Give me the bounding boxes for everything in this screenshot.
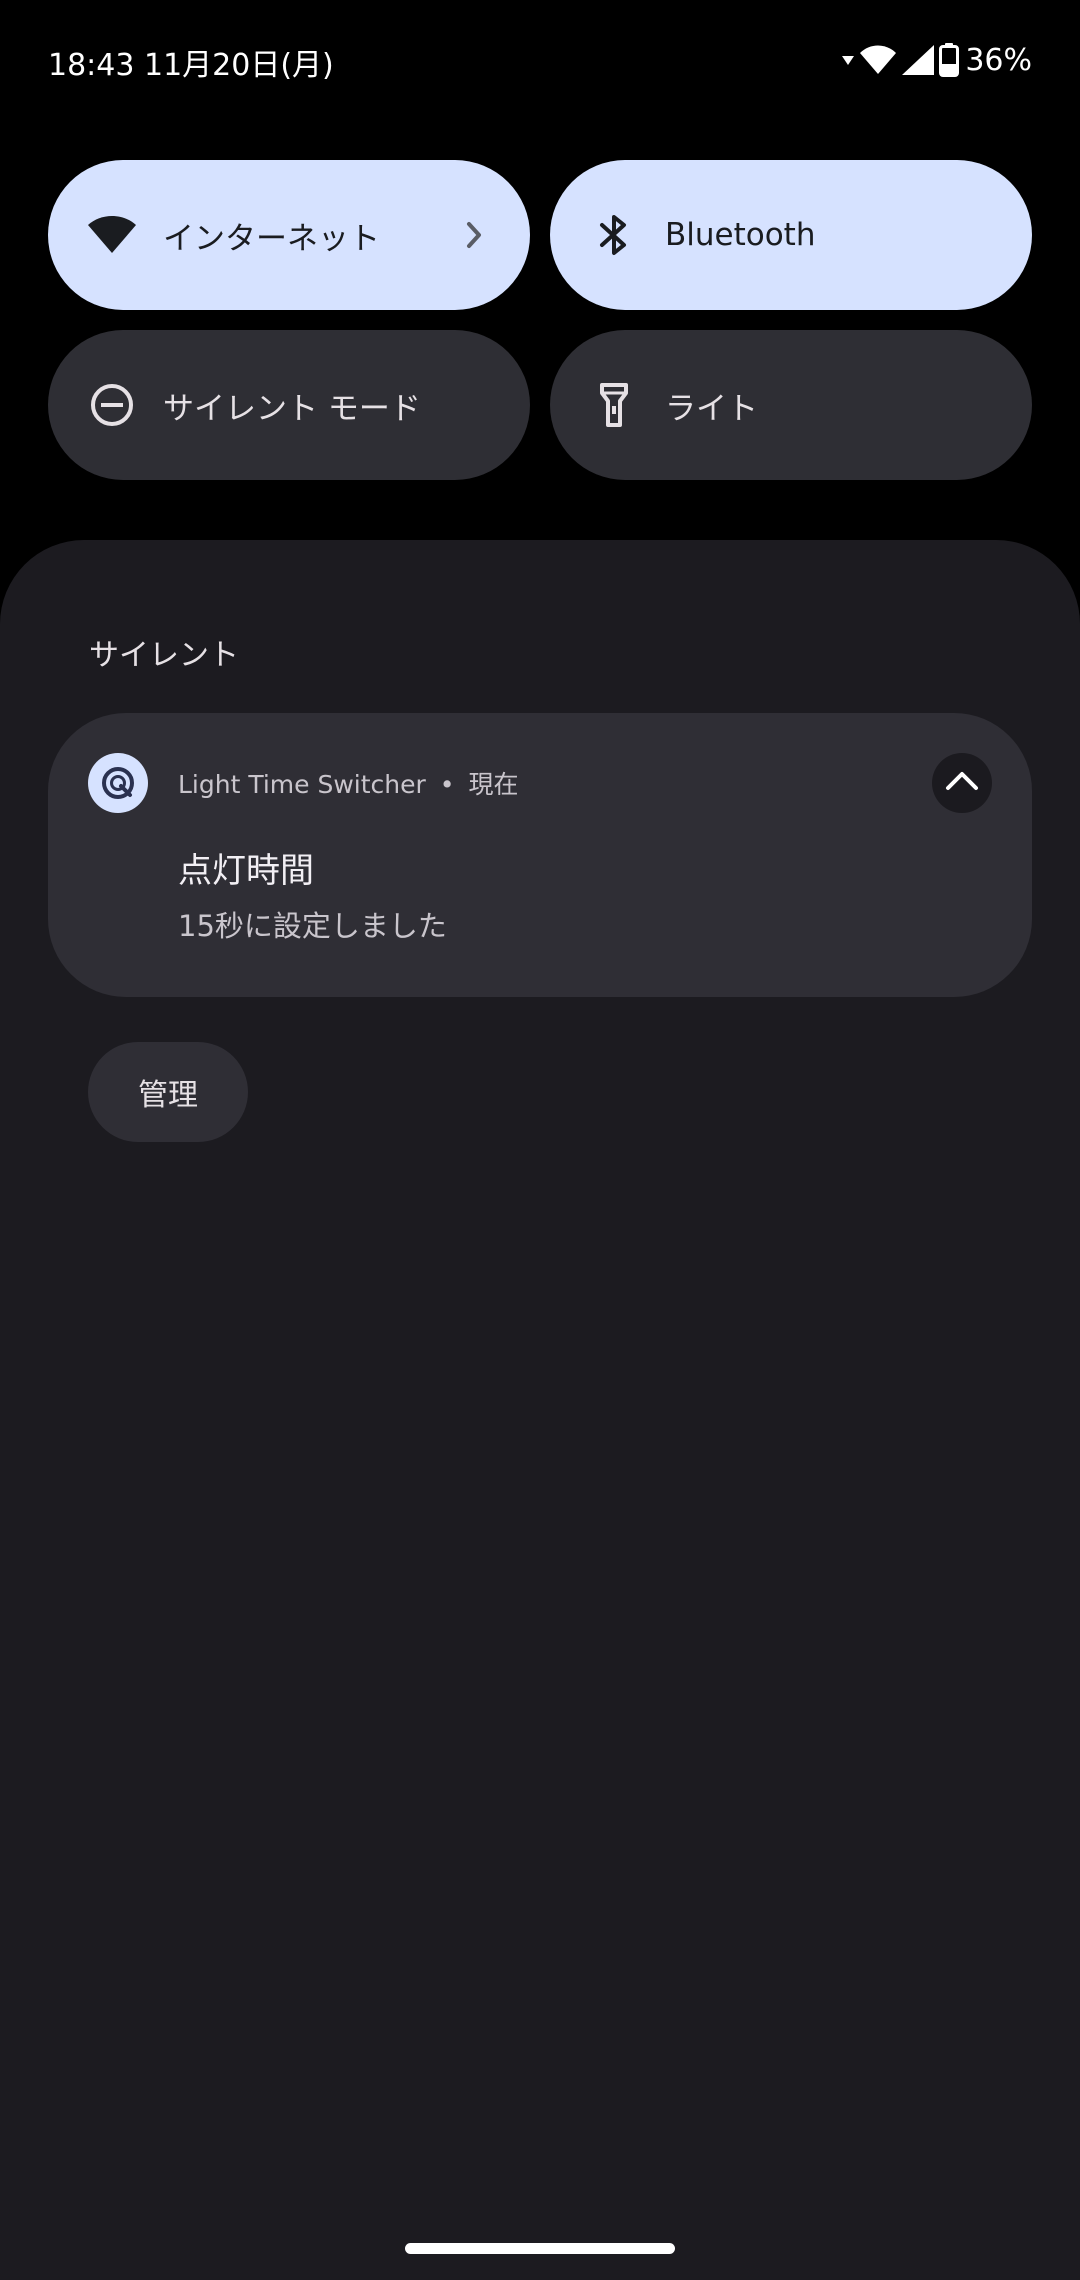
tile-internet[interactable]: インターネット <box>48 160 530 310</box>
notification-title: 点灯時間 <box>178 851 314 891</box>
manage-button[interactable]: 管理 <box>88 1042 248 1142</box>
gesture-navigation-bar[interactable] <box>405 2243 675 2254</box>
tile-flashlight[interactable]: ライト <box>550 330 1032 480</box>
tile-do-not-disturb-label: サイレント モード <box>163 390 421 427</box>
notification-card[interactable]: Light Time Switcher • 現在 点灯時間 15秒に設定しました <box>48 713 1032 997</box>
notification-header: Light Time Switcher • 現在 <box>178 765 518 801</box>
battery-icon <box>939 43 960 77</box>
tile-flashlight-label: ライト <box>665 390 758 427</box>
app-icon <box>88 753 148 813</box>
notification-separator: • <box>439 770 455 799</box>
status-icons: 36% <box>841 40 1032 80</box>
tile-bluetooth[interactable]: Bluetooth <box>550 160 1032 310</box>
chevron-right-icon <box>454 215 494 255</box>
notification-app-name: Light Time Switcher <box>178 770 426 799</box>
notification-time: 現在 <box>468 770 519 799</box>
tile-bluetooth-label: Bluetooth <box>665 217 816 253</box>
status-time-date: 18:43 11月20日(月) <box>48 48 334 83</box>
flashlight-icon <box>586 377 642 433</box>
cell-signal-icon <box>901 44 935 76</box>
wifi-icon <box>84 207 140 263</box>
notification-text: 15秒に設定しました <box>178 909 447 943</box>
status-bar: 18:43 11月20日(月) 36% <box>0 0 1080 120</box>
wifi-icon <box>859 44 897 76</box>
tile-internet-label: インターネット <box>163 220 380 257</box>
collapse-button[interactable] <box>932 753 992 813</box>
tile-do-not-disturb[interactable]: サイレント モード <box>48 330 530 480</box>
data-activity-icon <box>841 53 855 67</box>
section-header-silent: サイレント <box>89 638 239 673</box>
do-not-disturb-icon <box>84 377 140 433</box>
battery-percent: 36% <box>965 42 1032 78</box>
bluetooth-icon <box>586 207 642 263</box>
chevron-up-icon <box>945 770 979 796</box>
